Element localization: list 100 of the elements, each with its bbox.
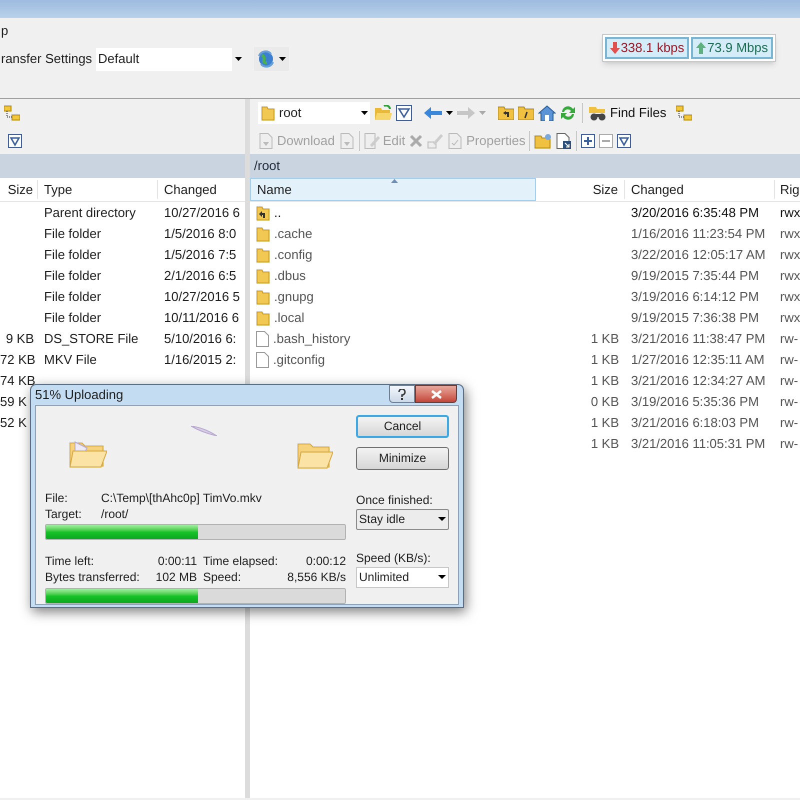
shortcut-icon[interactable] — [556, 132, 572, 148]
permissions: rw- — [780, 436, 798, 451]
caret-icon — [279, 57, 286, 61]
menu-item[interactable]: p — [1, 21, 8, 41]
modified-date: 1/16/2016 11:23:54 PM — [631, 226, 766, 241]
file-name: .local — [274, 308, 304, 327]
open-folder-icon[interactable] — [374, 105, 392, 121]
file-name: .bash_history — [273, 330, 350, 348]
file-type: Parent directory — [44, 204, 136, 220]
help-button[interactable] — [389, 385, 415, 403]
modified-date: 3/20/2016 6:35:48 PM — [631, 204, 759, 220]
file-name: .gitconfig — [273, 350, 326, 369]
caret-icon[interactable] — [446, 111, 453, 115]
filter-icon[interactable] — [396, 105, 412, 121]
file-path: C:\Temp\[thAhc0p] TimVo.mkv — [101, 490, 262, 504]
file-size: 1 KB — [590, 330, 619, 346]
folder-icon — [256, 268, 270, 284]
document-icon — [447, 132, 464, 148]
modified-date: 5/10/2016 6: — [164, 330, 236, 346]
file-size: 1 KB — [590, 436, 619, 451]
speed-limit-dropdown[interactable]: Unlimited — [356, 566, 449, 588]
column-header[interactable]: Type — [38, 180, 158, 200]
folder-icon — [261, 105, 275, 121]
filter-icon[interactable] — [617, 134, 632, 148]
field-label: File: — [45, 490, 69, 504]
file-name: .gnupg — [274, 288, 314, 306]
stat-label: Speed: — [203, 570, 242, 584]
modified-date: 3/21/2016 11:38:47 PM — [631, 330, 766, 346]
column-header[interactable]: Changed — [158, 180, 245, 200]
permissions: rw- — [780, 372, 798, 388]
root-folder-icon[interactable] — [518, 106, 534, 120]
field-label: Once finished: — [356, 492, 434, 506]
modified-date: 3/19/2016 5:35:36 PM — [631, 394, 759, 409]
refresh-icon[interactable] — [560, 105, 576, 121]
modified-date: 3/21/2016 12:34:27 AM — [631, 372, 766, 388]
column-header[interactable]: Size — [0, 180, 38, 200]
file-name: .. — [274, 204, 282, 222]
sort-arrow-icon — [391, 179, 398, 183]
file-type: File folder — [44, 288, 102, 304]
file-type: File folder — [44, 310, 102, 325]
binoculars-icon — [589, 105, 607, 121]
once-finished-dropdown[interactable]: Stay idle — [356, 508, 449, 530]
file-type: MKV File — [44, 352, 97, 367]
file-size: 9 KB — [6, 330, 34, 346]
stat-label: Bytes transferred: — [45, 570, 140, 584]
field-label: Speed (KB/s): — [356, 550, 432, 564]
permissions: rw- — [780, 352, 798, 367]
home-icon[interactable] — [538, 105, 556, 121]
stat-value: 102 MB — [156, 570, 197, 584]
caret-icon — [360, 111, 368, 115]
modified-date: 1/27/2016 12:35:11 AM — [631, 352, 764, 367]
modified-date: 10/27/2016 5 — [164, 288, 240, 304]
up-arrow-icon — [696, 42, 706, 54]
permissions: rwx — [780, 204, 800, 220]
file-type: File folder — [44, 268, 102, 283]
pencil-icon — [364, 132, 380, 148]
modified-date: 3/19/2016 6:14:12 PM — [631, 288, 759, 304]
transfer-settings-dropdown[interactable]: Default — [96, 48, 244, 70]
location-dropdown[interactable]: root — [258, 102, 370, 124]
permissions: rwx — [780, 246, 800, 262]
file-type: File folder — [44, 226, 102, 241]
stat-value: 0:00:11 — [158, 554, 197, 568]
modified-date: 1/16/2015 2: — [164, 352, 236, 367]
column-header[interactable]: Changed — [625, 180, 775, 200]
file-icon — [256, 330, 269, 346]
down-arrow-icon — [610, 42, 620, 54]
plus-icon[interactable] — [581, 134, 596, 148]
column-header[interactable]: Name — [250, 178, 536, 201]
folder-tree-icon[interactable] — [4, 105, 20, 121]
cancel-button[interactable]: Cancel — [356, 414, 449, 438]
close-button[interactable] — [415, 385, 457, 403]
field-label: Target: — [45, 506, 83, 520]
file-size: 1 KB — [590, 372, 619, 388]
file-icon — [256, 352, 269, 368]
file-name: .config — [274, 246, 312, 264]
transfer-settings-label: ransfer Settings — [1, 50, 92, 68]
find-files-button[interactable]: Find Files — [587, 103, 668, 123]
modified-date: 1/5/2016 7:5 — [164, 246, 236, 262]
sync-dropdown[interactable] — [254, 47, 290, 71]
filter-icon[interactable] — [8, 134, 22, 148]
minimize-button[interactable]: Minimize — [356, 446, 449, 470]
close-icon — [430, 390, 442, 398]
globe-icon — [257, 50, 276, 68]
stat-value: 0:00:12 — [306, 554, 346, 568]
column-header[interactable]: Size — [536, 180, 625, 200]
parent-folder-icon[interactable] — [498, 106, 514, 120]
dialog-title: 51% Uploading — [35, 386, 124, 404]
modified-date: 2/1/2016 6:5 — [164, 268, 236, 283]
permissions: rw- — [780, 330, 798, 346]
modified-date: 9/19/2015 7:36:38 PM — [631, 310, 759, 325]
file-name: .dbus — [274, 266, 306, 285]
parent-folder-icon — [256, 204, 270, 220]
permissions: rw- — [780, 414, 798, 430]
file-size: 72 KB — [0, 352, 36, 367]
column-header[interactable]: Rig — [775, 180, 800, 200]
folder-icon — [256, 246, 270, 262]
folder-tree-icon[interactable] — [676, 105, 692, 121]
file-size: 74 KB — [0, 372, 36, 388]
stat-label: Time left: — [45, 554, 94, 568]
permissions: rwx — [780, 268, 800, 283]
